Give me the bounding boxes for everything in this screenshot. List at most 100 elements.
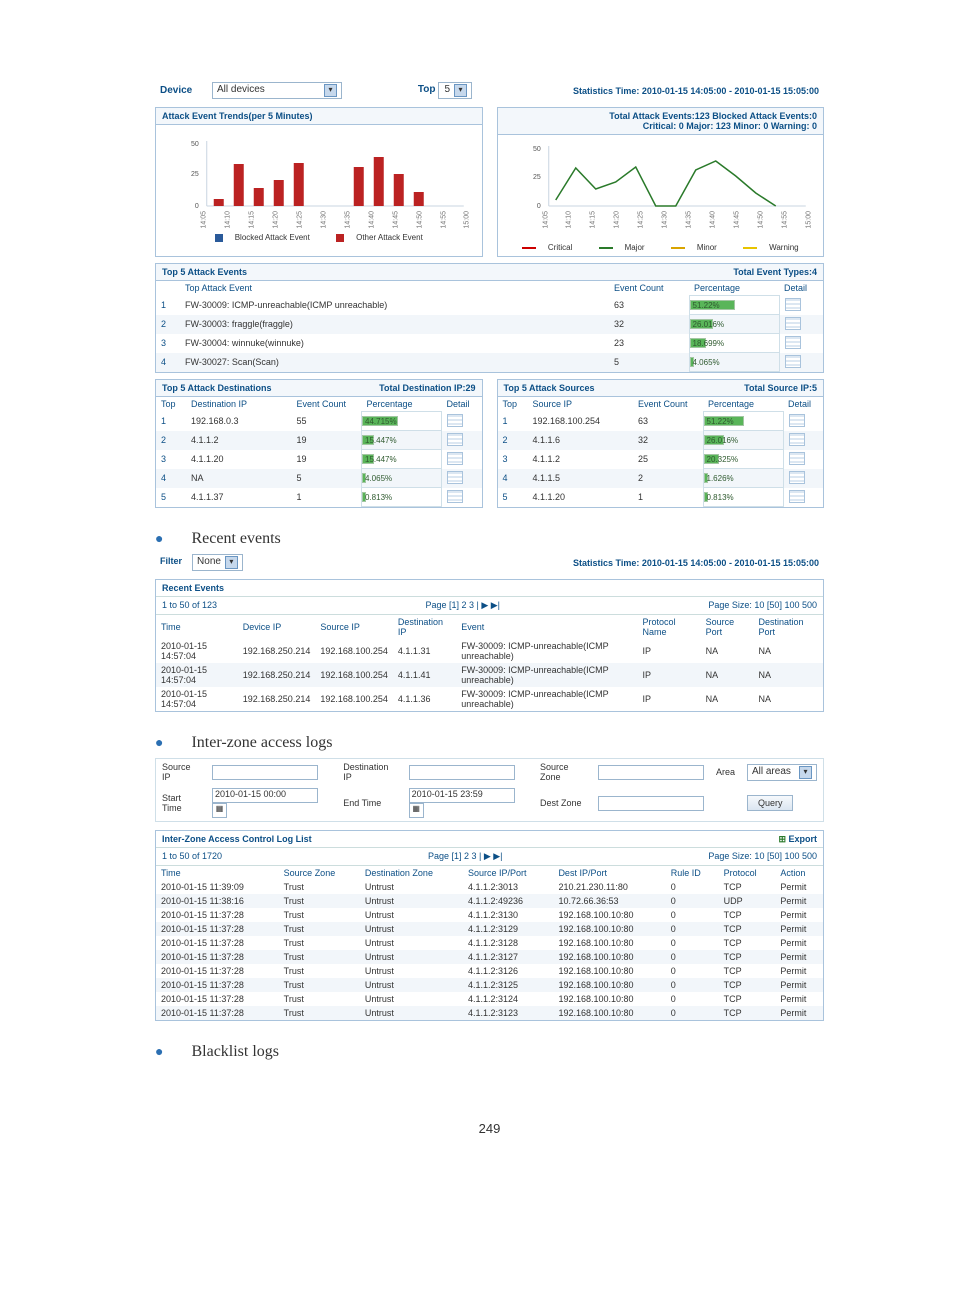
top-label: Top [418, 84, 436, 95]
iz-pagesize[interactable]: Page Size: 10 [50] 100 500 [708, 851, 817, 862]
area-select[interactable]: All areas▾ [747, 764, 817, 781]
col-pct: Percentage [703, 397, 783, 412]
col-proto: Protocol [719, 866, 776, 880]
svg-text:25: 25 [532, 174, 540, 181]
col-ip: Destination IP [186, 397, 292, 412]
col-dz: Destination Zone [360, 866, 463, 880]
detail-icon[interactable] [785, 336, 801, 349]
end-input[interactable]: 2010-01-15 23:59 [409, 788, 515, 803]
legend-critical-icon [522, 247, 536, 249]
iz-range: 1 to 50 of 1720 [162, 851, 222, 862]
device-select[interactable]: All devices ▾ [212, 82, 342, 99]
table-row: 1 FW-30009: ICMP-unreachable(ICMP unreac… [156, 296, 823, 315]
detail-icon[interactable] [447, 452, 463, 465]
col-time: Time [156, 866, 279, 880]
detail-icon[interactable] [789, 471, 805, 484]
dst-ip-input[interactable] [409, 765, 515, 780]
dst-ip-label: Destination IP [337, 759, 402, 785]
detail-icon[interactable] [447, 471, 463, 484]
filter-select[interactable]: None ▾ [192, 554, 243, 571]
detail-icon[interactable] [447, 490, 463, 503]
col-count: Event Count [292, 397, 362, 412]
table-row: 3 4.1.1.2 25 20.325% [498, 450, 824, 469]
svg-text:0: 0 [536, 203, 540, 210]
col-proto: Protocol Name [638, 615, 701, 639]
col-ip: Source IP [528, 397, 634, 412]
legend-critical: Critical [548, 243, 572, 252]
table-row: 2010-01-15 11:37:28TrustUntrust4.1.1.2:3… [156, 1006, 823, 1020]
top-select[interactable]: 5 ▾ [438, 82, 472, 99]
col-detail: Detail [783, 397, 823, 412]
table-row: 2010-01-15 14:57:04192.168.250.214192.16… [156, 639, 823, 663]
legend-blocked-icon [215, 234, 223, 242]
col-dp: Dest IP/Port [553, 866, 665, 880]
src-ip-input[interactable] [212, 765, 318, 780]
bar-chart: 50 25 0 14:0514:1014:1514:2014:2514:3014… [156, 125, 482, 231]
col-sport: Source Port [701, 615, 754, 639]
detail-icon[interactable] [785, 298, 801, 311]
calendar-icon[interactable]: ▦ [212, 803, 227, 818]
table-row: 5 4.1.1.20 1 0.813% [498, 488, 824, 507]
summary2: Critical: 0 Major: 123 Minor: 0 Warning:… [504, 121, 818, 131]
detail-icon[interactable] [789, 414, 805, 427]
heading-interzone: ●Inter-zone access logs [155, 734, 824, 752]
col-time: Time [156, 615, 238, 639]
export-link[interactable]: Export [778, 834, 817, 845]
recent-pager[interactable]: Page [1] 2 3 | ▶ ▶| [425, 600, 500, 611]
table-row: 4 4.1.1.5 2 1.626% [498, 469, 824, 488]
svg-text:25: 25 [191, 171, 199, 178]
filter-label: Filter [160, 556, 182, 566]
legend-minor-icon [671, 247, 685, 249]
detail-icon[interactable] [447, 433, 463, 446]
table-row: 2 4.1.1.6 32 26.016% [498, 431, 824, 450]
detail-icon[interactable] [789, 433, 805, 446]
col-event: Top Attack Event [180, 281, 609, 296]
top5events-total: Total Event Types:4 [733, 267, 817, 277]
end-label: End Time [337, 785, 402, 821]
start-input[interactable]: 2010-01-15 00:00 [212, 788, 318, 803]
col-event: Event [456, 615, 637, 639]
dst-zone-input[interactable] [598, 796, 704, 811]
table-row: 2010-01-15 11:37:28TrustUntrust4.1.1.2:3… [156, 978, 823, 992]
chevron-down-icon: ▾ [799, 766, 812, 779]
col-pct: Percentage [362, 397, 442, 412]
legend-warning: Warning [769, 243, 799, 252]
table-row: 2010-01-15 11:37:28TrustUntrust4.1.1.2:3… [156, 922, 823, 936]
heading-recent: ●Recent events [155, 530, 824, 548]
top5src-title: Top 5 Attack Sources [504, 383, 595, 393]
start-label: Start Time [156, 785, 206, 821]
detail-icon[interactable] [785, 355, 801, 368]
detail-icon[interactable] [447, 414, 463, 427]
table-row: 4 FW-30027: Scan(Scan) 5 4.065% [156, 353, 823, 372]
recent-pagesize[interactable]: Page Size: 10 [50] 100 500 [708, 600, 817, 611]
chevron-down-icon: ▾ [324, 84, 337, 97]
col-top: Top [156, 397, 186, 412]
src-zone-input[interactable] [598, 765, 704, 780]
legend-other-icon [336, 234, 344, 242]
col-detail: Detail [442, 397, 482, 412]
detail-icon[interactable] [789, 452, 805, 465]
col-sp: Source IP/Port [463, 866, 553, 880]
top5events-title: Top 5 Attack Events [162, 267, 247, 277]
chart1-title: Attack Event Trends(per 5 Minutes) [156, 108, 482, 125]
table-row: 2010-01-15 11:38:16TrustUntrust4.1.1.2:4… [156, 894, 823, 908]
table-row: 2010-01-15 11:37:28TrustUntrust4.1.1.2:3… [156, 936, 823, 950]
iz-pager[interactable]: Page [1] 2 3 | ▶ ▶| [428, 851, 503, 862]
top-value: 5 [444, 84, 450, 95]
table-row: 2010-01-15 11:39:09TrustUntrust4.1.1.2:3… [156, 880, 823, 894]
recent-range: 1 to 50 of 123 [162, 600, 217, 611]
legend-minor: Minor [697, 243, 717, 252]
detail-icon[interactable] [789, 490, 805, 503]
iz-title: Inter-Zone Access Control Log List [162, 834, 312, 844]
calendar-icon[interactable]: ▦ [409, 803, 424, 818]
recent-title: Recent Events [156, 580, 823, 597]
table-row: 2010-01-15 14:57:04192.168.250.214192.16… [156, 687, 823, 711]
area-label: Area [710, 759, 741, 785]
detail-icon[interactable] [785, 317, 801, 330]
col-pct: Percentage [689, 281, 779, 296]
device-label: Device [160, 85, 192, 96]
table-row: 1 192.168.0.3 55 44.715% [156, 412, 482, 431]
svg-text:50: 50 [191, 141, 199, 148]
device-value: All devices [217, 84, 265, 95]
query-button[interactable]: Query [747, 795, 794, 811]
